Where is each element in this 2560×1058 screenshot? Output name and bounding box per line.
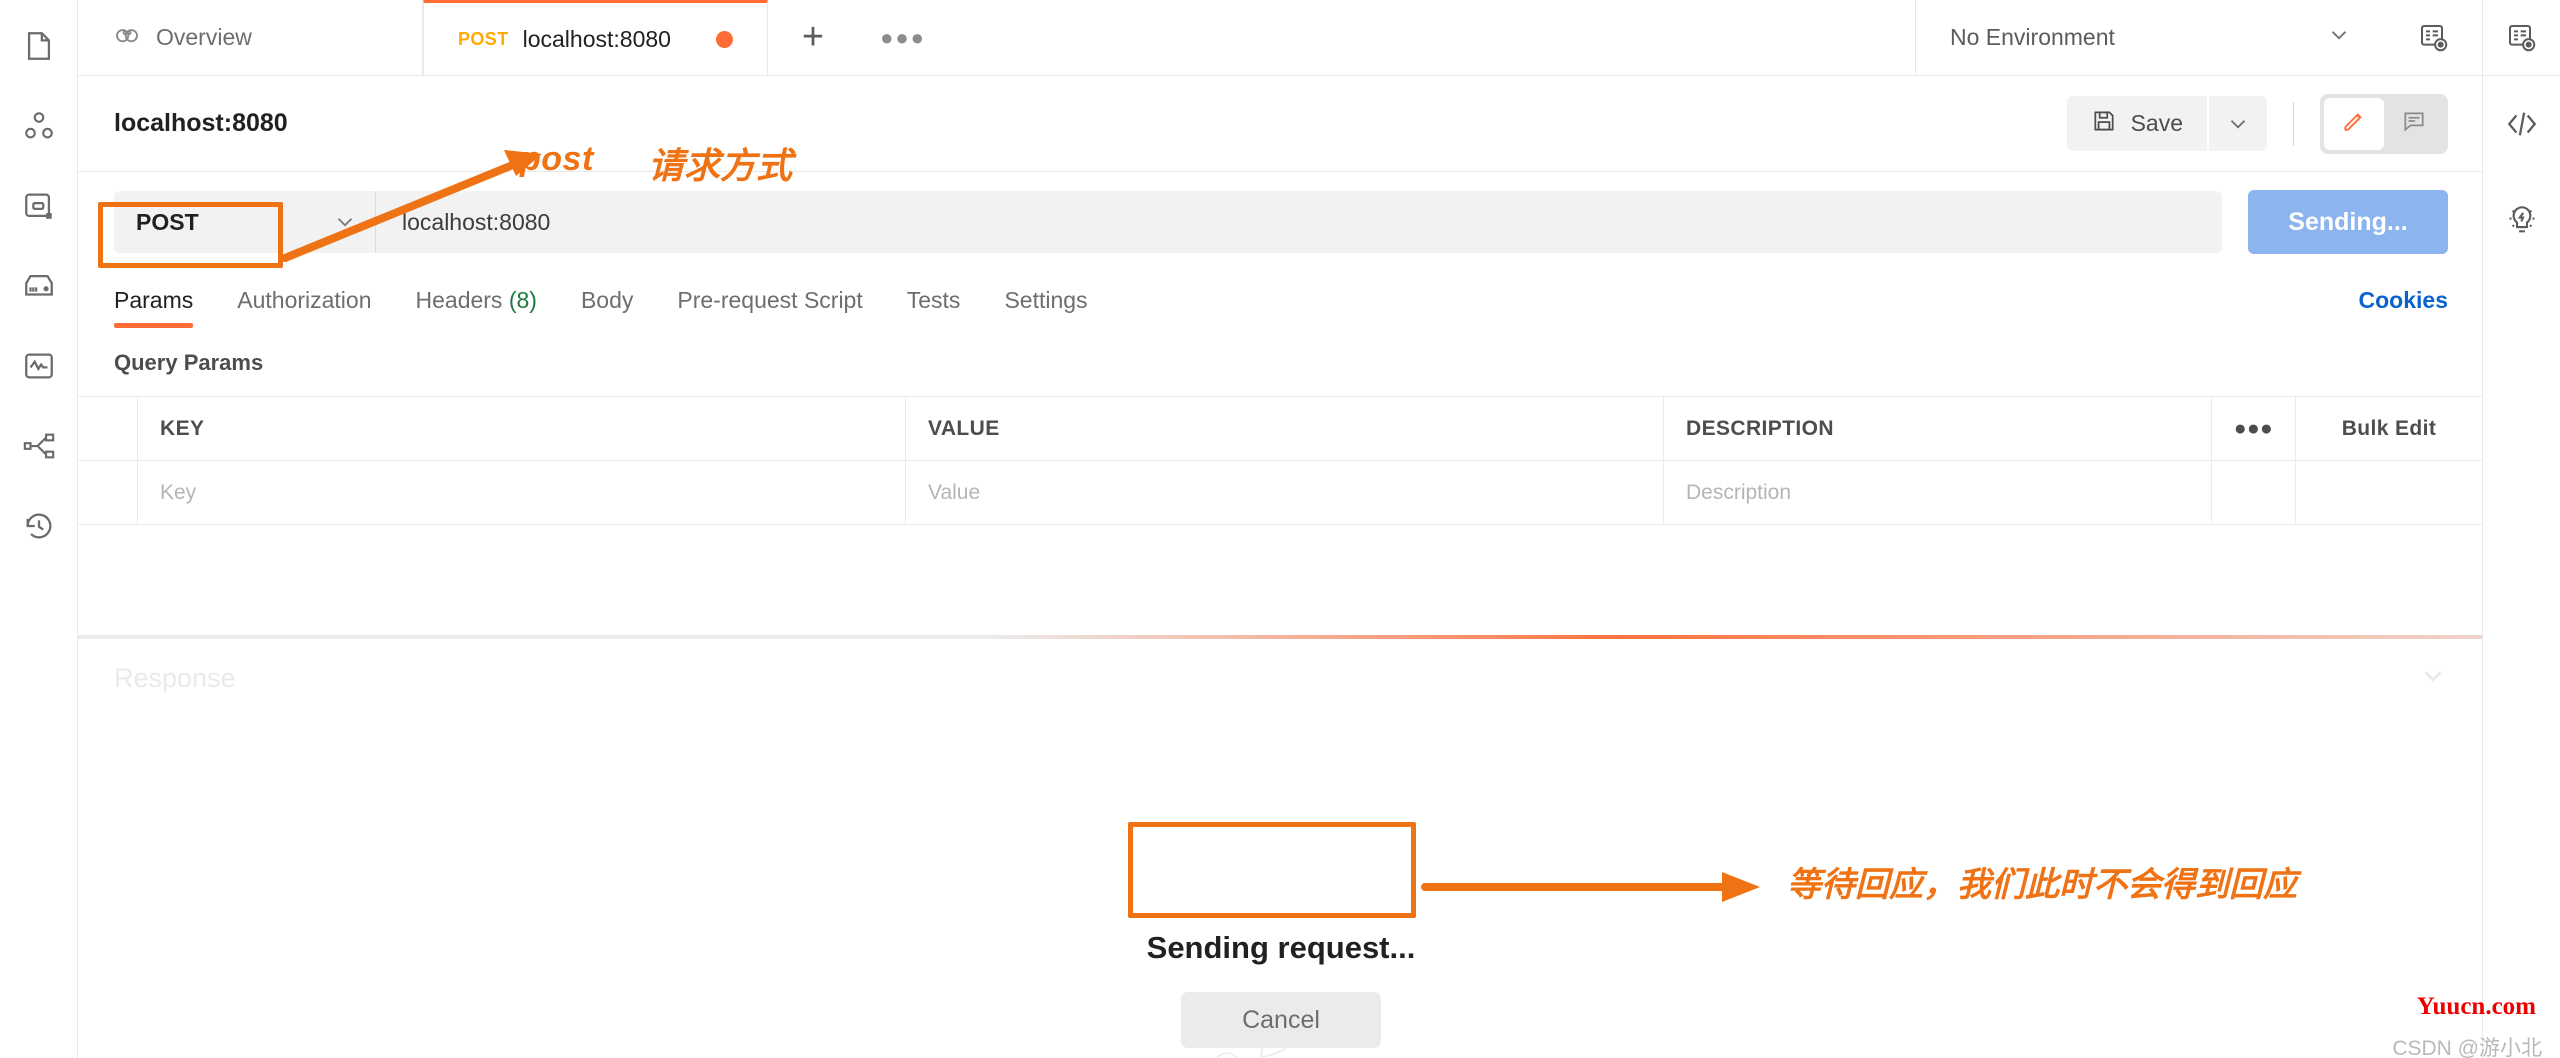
url-bar: POST localhost:8080 Sending... [78, 172, 2482, 268]
tab-body[interactable]: Body [559, 287, 655, 328]
tab-overview-label: Overview [156, 24, 252, 51]
row-bulk-spacer [2296, 461, 2482, 525]
url-input[interactable]: localhost:8080 [376, 191, 2222, 253]
annotation-box-sending [1128, 822, 1416, 918]
save-disk-icon [2091, 108, 2117, 140]
query-params-table: KEY VALUE DESCRIPTION ●●● Bulk Edit Key … [78, 396, 2482, 525]
environment-quick-look-icon[interactable] [2386, 0, 2482, 75]
new-tab-button[interactable]: + [768, 0, 858, 75]
apis-icon[interactable] [15, 102, 63, 150]
environment-selected-label: No Environment [1950, 24, 2306, 51]
header-checkbox-cell [78, 397, 138, 461]
column-header-key: KEY [138, 397, 906, 461]
tab-headers[interactable]: Headers (8) [394, 287, 559, 328]
code-snippet-icon[interactable] [2483, 76, 2560, 172]
right-icon-rail [2482, 0, 2560, 1058]
annotation-post-label: post [520, 140, 594, 179]
monitors-icon[interactable] [15, 342, 63, 390]
response-progress-bar [78, 635, 2482, 639]
table-header-row: KEY VALUE DESCRIPTION ●●● Bulk Edit [78, 397, 2482, 461]
left-icon-rail [0, 0, 78, 1058]
save-button[interactable]: Save [2067, 96, 2207, 151]
tab-pre-request-script[interactable]: Pre-request Script [655, 287, 884, 328]
progress-fill [992, 635, 2482, 639]
page-title: localhost:8080 [114, 109, 288, 138]
request-tabs: Params Authorization Headers (8) Body Pr… [78, 268, 2482, 328]
pencil-icon [2341, 108, 2367, 139]
tab-headers-badge: (8) [509, 287, 537, 313]
postman-window: Overview POST localhost:8080 + ●●● No En… [0, 0, 2560, 1058]
lightbulb-icon[interactable] [2483, 172, 2560, 268]
sending-request-modal: Sending request... Cancel [1131, 930, 1431, 1048]
bulk-edit-button[interactable]: Bulk Edit [2296, 397, 2482, 461]
history-icon[interactable] [15, 502, 63, 550]
request-header-bar: localhost:8080 Save [78, 76, 2482, 172]
edit-mode-button[interactable] [2324, 98, 2384, 150]
tab-authorization[interactable]: Authorization [215, 287, 393, 328]
watermark-site: Yuucn.com [2417, 993, 2536, 1021]
tab-body-label: Body [581, 287, 633, 313]
tab-strip-filler [948, 0, 1916, 75]
watermark-csdn: CSDN @游小北 [2392, 1032, 2542, 1058]
row-more-options[interactable] [2212, 461, 2296, 525]
request-header-actions: Save [2067, 94, 2448, 154]
environment-selector[interactable]: No Environment [1916, 0, 2386, 75]
tab-params[interactable]: Params [114, 287, 215, 328]
annotation-waiting-label: 等待回应，我们此时不会得到回应 [1787, 857, 2297, 906]
tab-tests[interactable]: Tests [885, 287, 983, 328]
column-header-description: DESCRIPTION [1664, 397, 2212, 461]
response-title: Response [114, 663, 236, 694]
tab-overview[interactable]: Overview [78, 0, 423, 75]
cancel-button[interactable]: Cancel [1181, 992, 1381, 1048]
view-mode-toggle-group [2320, 94, 2448, 154]
column-header-value: VALUE [906, 397, 1664, 461]
response-section-header: Response [78, 639, 2482, 717]
response-collapse-chevron-down-icon[interactable] [2418, 661, 2448, 696]
cookies-link[interactable]: Cookies [2359, 287, 2448, 328]
tab-headers-label: Headers [416, 287, 503, 313]
tab-method-label: POST [458, 29, 509, 50]
chevron-down-icon [2326, 22, 2352, 54]
table-more-options-icon[interactable]: ●●● [2212, 397, 2296, 461]
row-key-input[interactable]: Key [138, 461, 906, 525]
params-empty-space [78, 525, 2482, 635]
comment-mode-button[interactable] [2384, 98, 2444, 150]
mock-servers-icon[interactable] [15, 262, 63, 310]
unsaved-indicator-dot [716, 31, 733, 48]
header-divider [2293, 102, 2294, 146]
tab-authorization-label: Authorization [237, 287, 371, 313]
http-method-caret-icon[interactable] [314, 191, 376, 253]
annotation-post-label-cn: 请求方式 [648, 137, 792, 189]
modal-title: Sending request... [1147, 930, 1416, 966]
collections-icon[interactable] [15, 22, 63, 70]
send-button[interactable]: Sending... [2248, 190, 2448, 254]
save-button-label: Save [2131, 110, 2183, 137]
save-options-caret[interactable] [2209, 96, 2267, 151]
tab-settings[interactable]: Settings [982, 287, 1109, 328]
table-row[interactable]: Key Value Description [78, 461, 2482, 525]
postman-logo-icon [112, 20, 142, 56]
tab-params-label: Params [114, 287, 193, 313]
environment-quick-look-icon[interactable] [2483, 0, 2560, 76]
tab-request-title: localhost:8080 [523, 26, 671, 53]
tab-tests-label: Tests [907, 287, 961, 313]
tab-strip: Overview POST localhost:8080 + ●●● No En… [78, 0, 2482, 76]
annotation-box-method [98, 202, 283, 268]
environments-icon[interactable] [15, 182, 63, 230]
tab-settings-label: Settings [1004, 287, 1087, 313]
row-value-input[interactable]: Value [906, 461, 1664, 525]
flows-icon[interactable] [15, 422, 63, 470]
tab-request-localhost[interactable]: POST localhost:8080 [423, 0, 768, 75]
row-description-input[interactable]: Description [1664, 461, 2212, 525]
tab-more-options-icon[interactable]: ●●● [858, 0, 948, 75]
query-params-label: Query Params [78, 328, 2482, 396]
row-checkbox[interactable] [78, 461, 138, 525]
tab-pre-request-script-label: Pre-request Script [677, 287, 862, 313]
comment-icon [2401, 108, 2427, 139]
